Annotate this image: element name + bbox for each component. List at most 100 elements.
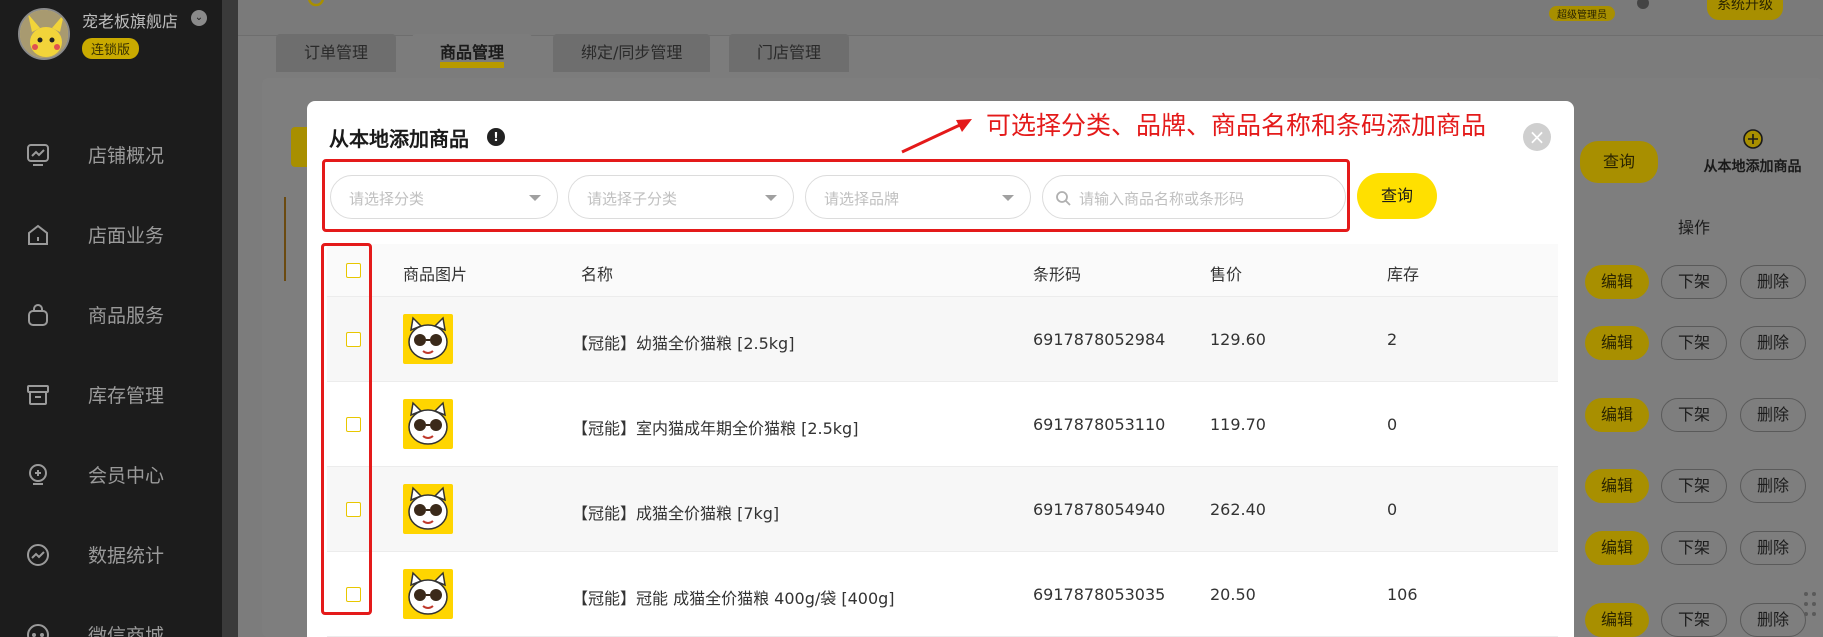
select-all-checkbox[interactable] <box>346 263 361 278</box>
search-placeholder: 请输入商品名称或条形码 <box>1079 190 1245 208</box>
product-barcode: 6917878052984 <box>1033 330 1166 349</box>
header-name: 名称 <box>581 265 614 284</box>
product-stock: 0 <box>1387 415 1398 434</box>
query-button[interactable]: 查询 <box>1357 173 1437 219</box>
add-local-label: 从本地添加商品 <box>1703 159 1802 175</box>
product-image <box>403 399 453 449</box>
edit-button[interactable]: 编辑 <box>1585 603 1649 637</box>
tab-store[interactable]: 门店管理 <box>729 34 850 72</box>
sidebar-item-label: 商品服务 <box>88 305 165 327</box>
sidebar-divider <box>222 0 238 637</box>
tab-label: 门店管理 <box>757 43 822 62</box>
header-stock: 库存 <box>1387 265 1420 284</box>
plus-circle-icon <box>1742 129 1763 149</box>
product-name: 【冠能】冠能 成猫全价猫粮 400g/袋 [400g] <box>572 589 895 608</box>
sidebar-item-overview[interactable]: 店铺概况 <box>0 134 222 174</box>
product-barcode: 6917878053110 <box>1033 415 1166 434</box>
product-price: 119.70 <box>1210 415 1266 434</box>
product-image <box>403 484 453 534</box>
header-barcode: 条形码 <box>1033 265 1082 284</box>
bg-add-local-button[interactable]: 从本地添加商品 <box>1682 112 1823 182</box>
store-icon <box>28 224 48 245</box>
offshelf-button[interactable]: 下架 <box>1661 531 1727 565</box>
header-image: 商品图片 <box>403 265 468 284</box>
add-local-goods-dialog: 从本地添加商品 ! × 请选择分类 请选择子分类 请选择品牌 请输入商品名称或条… <box>307 101 1574 637</box>
top-bar: 超级管理员 系统升级 <box>238 0 1823 36</box>
product-price: 20.50 <box>1210 585 1256 604</box>
edition-badge: 连锁版 <box>82 38 140 59</box>
sidebar-item-label: 店面业务 <box>88 225 165 247</box>
sidebar-item-goods[interactable]: 商品服务 <box>0 294 222 334</box>
edit-button[interactable]: 编辑 <box>1585 398 1649 432</box>
row-checkbox[interactable] <box>346 587 361 602</box>
edit-button[interactable]: 编辑 <box>1585 469 1649 503</box>
avatar[interactable] <box>18 8 70 60</box>
chevron-down-icon[interactable]: ⌄ <box>191 10 207 26</box>
sidebar-item-inventory[interactable]: 库存管理 <box>0 374 222 414</box>
row-checkbox[interactable] <box>346 332 361 347</box>
shop-name: 宠老板旗舰店 <box>82 12 179 31</box>
offshelf-button[interactable]: 下架 <box>1661 603 1727 637</box>
offshelf-button[interactable]: 下架 <box>1661 398 1727 432</box>
delete-button[interactable]: 删除 <box>1740 398 1806 432</box>
goods-table: 商品图片 名称 条形码 售价 库存 【冠能】幼猫全价猫粮 [2.5kg] 691… <box>327 244 1558 637</box>
close-button[interactable]: × <box>1523 123 1551 151</box>
bg-query-button[interactable]: 查询 <box>1580 141 1658 183</box>
annotation-text: 可选择分类、品牌、商品名称和条码添加商品 <box>986 111 1487 140</box>
subcategory-placeholder: 请选择子分类 <box>587 190 678 208</box>
info-icon[interactable]: ! <box>487 128 505 146</box>
product-price: 262.40 <box>1210 500 1266 519</box>
sidebar-item-label: 店铺概况 <box>88 145 165 167</box>
offshelf-button[interactable]: 下架 <box>1661 326 1727 360</box>
bag-icon <box>28 304 48 326</box>
brand-select[interactable]: 请选择品牌 <box>805 175 1031 219</box>
delete-button[interactable]: 删除 <box>1740 326 1806 360</box>
product-name: 【冠能】室内猫成年期全价猫粮 [2.5kg] <box>572 419 859 438</box>
chevron-down-icon <box>765 195 777 201</box>
sidebar-item-stats[interactable]: 数据统计 <box>0 534 222 574</box>
sidebar-item-store[interactable]: 店面业务 <box>0 214 222 254</box>
admin-badge: 超级管理员 <box>1549 6 1615 21</box>
tab-goods[interactable]: 商品管理 <box>412 34 533 72</box>
category-select[interactable]: 请选择分类 <box>330 175 558 219</box>
edit-button[interactable]: 编辑 <box>1585 531 1649 565</box>
delete-button[interactable]: 删除 <box>1740 603 1806 637</box>
wechat-icon <box>27 624 49 637</box>
table-row[interactable]: 【冠能】成猫全价猫粮 [7kg] 6917878054940 262.40 0 <box>327 467 1558 552</box>
delete-button[interactable]: 删除 <box>1740 265 1806 299</box>
subcategory-select[interactable]: 请选择子分类 <box>568 175 794 219</box>
sidebar-item-wechat-mall[interactable]: 微信商城 <box>0 614 222 637</box>
product-name: 【冠能】幼猫全价猫粮 [2.5kg] <box>572 334 795 353</box>
upgrade-button[interactable]: 系统升级 <box>1707 0 1783 20</box>
search-icon <box>1056 191 1071 206</box>
sidebar-item-label: 会员中心 <box>88 465 165 487</box>
tab-order[interactable]: 订单管理 <box>276 34 397 72</box>
row-checkbox[interactable] <box>346 502 361 517</box>
table-row[interactable]: 【冠能】室内猫成年期全价猫粮 [2.5kg] 6917878053110 119… <box>327 382 1558 467</box>
offshelf-button[interactable]: 下架 <box>1661 469 1727 503</box>
sidebar-item-member[interactable]: 会员中心 <box>0 454 222 494</box>
table-row[interactable]: 【冠能】冠能 成猫全价猫粮 400g/袋 [400g] 691787805303… <box>327 552 1558 637</box>
chevron-down-icon <box>529 195 541 201</box>
sidebar-item-label: 库存管理 <box>88 385 165 407</box>
product-stock: 2 <box>1387 330 1398 349</box>
edit-button[interactable]: 编辑 <box>1585 265 1649 299</box>
search-input[interactable]: 请输入商品名称或条形码 <box>1042 175 1346 219</box>
product-barcode: 6917878054940 <box>1033 500 1166 519</box>
tab-bind-sync[interactable]: 绑定/同步管理 <box>553 34 711 72</box>
arrow-icon <box>901 119 972 154</box>
product-stock: 0 <box>1387 500 1398 519</box>
sidebar: 宠老板旗舰店 ⌄ 连锁版 店铺概况 店面业务 商品服务 库存管理 会员中心 数据… <box>0 0 222 637</box>
product-image <box>403 314 453 364</box>
row-checkbox[interactable] <box>346 417 361 432</box>
edit-button[interactable]: 编辑 <box>1585 326 1649 360</box>
delete-button[interactable]: 删除 <box>1740 531 1806 565</box>
offshelf-button[interactable]: 下架 <box>1661 265 1727 299</box>
refresh-icon[interactable] <box>306 0 326 10</box>
grip-icon[interactable] <box>1800 588 1820 628</box>
menu-icon[interactable] <box>258 0 282 10</box>
product-image <box>403 569 453 619</box>
delete-button[interactable]: 删除 <box>1740 469 1806 503</box>
user-icon[interactable] <box>1636 0 1650 10</box>
table-row[interactable]: 【冠能】幼猫全价猫粮 [2.5kg] 6917878052984 129.60 … <box>327 297 1558 382</box>
